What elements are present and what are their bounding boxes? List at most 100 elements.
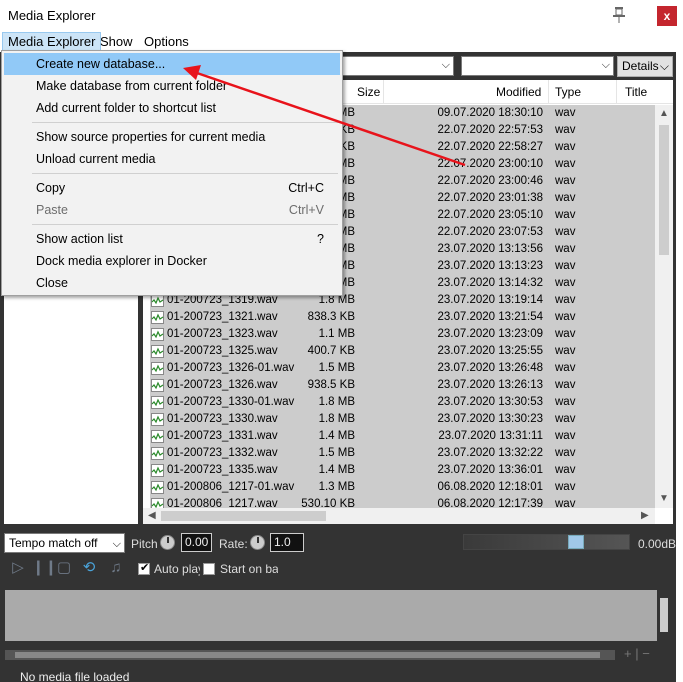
menu-item-copy[interactable]: Copy Ctrl+C	[4, 177, 340, 199]
menu-item-close[interactable]: Close	[4, 272, 340, 294]
details-view-button[interactable]: Details ⌵	[617, 56, 673, 77]
menu-item-shortcut: Ctrl+C	[288, 181, 324, 195]
menu-bar: Media Explorer Show Options	[0, 30, 683, 52]
menu-item-label: Make database from current folder	[36, 79, 228, 93]
waveform-scrollbar[interactable]	[660, 598, 668, 632]
loop-icon[interactable]: ⟲	[80, 559, 98, 577]
table-row[interactable]: 01-200723_1321.wav 838.3 KB 23.07.2020 13:…	[143, 309, 655, 326]
vertical-scrollbar[interactable]: ▲ ▼	[655, 105, 673, 508]
menu-item-label: Copy	[36, 181, 66, 195]
close-button[interactable]: x	[657, 6, 677, 26]
search-combo[interactable]: ⌵	[461, 56, 614, 76]
menu-item-dock-in-docker[interactable]: Dock media explorer in Docker	[4, 250, 340, 272]
menu-separator	[32, 224, 338, 225]
file-type: wav	[555, 124, 576, 136]
menu-options[interactable]: Options	[139, 32, 194, 51]
preview-controls: Tempo match off ⌵ Pitch 0.00 Rate: 1.0 0…	[0, 528, 676, 682]
window-edge	[676, 30, 683, 682]
table-row[interactable]: 01-200806_1217-01.wav 1.3 MB 06.08.2020 12…	[143, 479, 655, 496]
table-row[interactable]: 01-200723_1330-01.wav 1.8 MB 23.07.2020 13…	[143, 394, 655, 411]
menu-item-show-action-list[interactable]: Show action list?	[4, 228, 340, 250]
scroll-down-icon[interactable]: ▼	[659, 493, 669, 504]
scroll-left-icon[interactable]: ◀	[148, 510, 156, 521]
table-row[interactable]: 01-200723_1326-01.wav 1.5 MB 23.07.2020 13…	[143, 360, 655, 377]
column-separator[interactable]	[548, 80, 549, 104]
file-name: 01-200723_1323.wav	[167, 328, 278, 340]
scroll-up-icon[interactable]: ▲	[659, 108, 669, 119]
file-modified: 23.07.2020 13:25:55	[437, 345, 543, 357]
file-type: wav	[555, 226, 576, 238]
menu-item-label: Create new database...	[36, 57, 166, 71]
scroll-thumb[interactable]	[161, 511, 326, 521]
file-modified: 06.08.2020 12:18:01	[437, 481, 543, 493]
menu-show[interactable]: Show	[95, 32, 138, 51]
window-title: Media Explorer	[8, 8, 96, 23]
position-bar[interactable]	[5, 650, 615, 660]
table-row[interactable]: 01-200723_1325.wav 400.7 KB 23.07.2020 13:…	[143, 343, 655, 360]
volume-slider[interactable]	[463, 534, 630, 550]
table-row[interactable]: 01-200723_1330.wav 1.8 MB 23.07.2020 13:30…	[143, 411, 655, 428]
autoplay-checkbox[interactable]	[138, 561, 150, 575]
file-modified: 22.07.2020 22:58:27	[437, 141, 543, 153]
table-row[interactable]: 01-200723_1332.wav 1.5 MB 23.07.2020 13:32…	[143, 445, 655, 462]
file-size: 1.4 MB	[318, 464, 355, 476]
file-type: wav	[555, 107, 576, 119]
menu-media-explorer[interactable]: Media Explorer	[2, 32, 102, 51]
file-size: 1.1 MB	[318, 328, 355, 340]
file-modified: 23.07.2020 13:14:32	[437, 277, 543, 289]
file-name: 01-200723_1330.wav	[167, 413, 278, 425]
table-row[interactable]: 01-200723_1335.wav 1.4 MB 23.07.2020 13:36…	[143, 462, 655, 479]
tempo-match-select[interactable]: Tempo match off ⌵	[4, 533, 125, 553]
pause-icon[interactable]: ❙❙	[32, 559, 57, 577]
path-combo[interactable]: ⌵	[340, 56, 454, 76]
file-name: 01-200723_1330-01.wav	[167, 396, 295, 408]
file-size: 1.8 MB	[318, 413, 355, 425]
waveform-display[interactable]	[5, 590, 657, 641]
column-type[interactable]: Type	[555, 85, 581, 99]
table-row[interactable]: 01-200723_1326.wav 938.5 KB 23.07.2020 13:…	[143, 377, 655, 394]
column-size[interactable]: Size	[357, 85, 380, 99]
menu-item-add-shortcut[interactable]: Add current folder to shortcut list	[4, 97, 340, 119]
scroll-right-icon[interactable]: ▶	[641, 510, 649, 521]
horizontal-scrollbar[interactable]: ◀ ▶	[143, 508, 655, 524]
autoplay-label: Auto play	[154, 562, 200, 576]
menu-item-label: Show source properties for current media	[36, 130, 266, 144]
table-row[interactable]: 01-200723_1323.wav 1.1 MB 23.07.2020 13:23…	[143, 326, 655, 343]
rate-value-field[interactable]: 1.0	[270, 533, 304, 552]
column-title[interactable]: Title	[625, 85, 647, 99]
file-type: wav	[555, 447, 576, 459]
file-type: wav	[555, 294, 576, 306]
menu-item-show-source-properties[interactable]: Show source properties for current media	[4, 126, 340, 148]
pitch-value-field[interactable]: 0.00	[181, 533, 212, 552]
file-name: 01-200723_1335.wav	[167, 464, 278, 476]
menu-item-unload-media[interactable]: Unload current media	[4, 148, 340, 170]
audio-file-icon	[151, 396, 164, 409]
menu-item-create-new-database[interactable]: Create new database...	[4, 53, 340, 75]
file-size: 1.5 MB	[318, 362, 355, 374]
file-modified: 23.07.2020 13:32:22	[437, 447, 543, 459]
zoom-controls[interactable]: + | −	[624, 646, 650, 661]
column-modified[interactable]: Modified	[496, 85, 541, 99]
play-icon[interactable]: ▷	[9, 559, 27, 577]
volume-thumb[interactable]	[568, 535, 584, 549]
file-modified: 23.07.2020 13:13:56	[437, 243, 543, 255]
rate-knob[interactable]	[250, 535, 265, 550]
start-on-bar-label: Start on bar	[220, 562, 278, 576]
stop-icon[interactable]: ▢	[55, 559, 73, 577]
chevron-down-icon: ⌵	[601, 59, 610, 71]
scroll-thumb[interactable]	[659, 125, 669, 255]
headphones-icon[interactable]: ♫	[107, 559, 125, 577]
pitch-knob[interactable]	[160, 535, 175, 550]
file-type: wav	[555, 260, 576, 272]
file-type: wav	[555, 481, 576, 493]
file-name: 01-200723_1326.wav	[167, 379, 278, 391]
menu-item-make-database[interactable]: Make database from current folder	[4, 75, 340, 97]
column-separator[interactable]	[616, 80, 617, 104]
audio-file-icon	[151, 430, 164, 443]
table-row[interactable]: 01-200723_1331.wav 1.4 MB 23.07.2020 13:31…	[143, 428, 655, 445]
column-separator[interactable]	[383, 80, 384, 104]
menu-item-label: Add current folder to shortcut list	[36, 101, 216, 115]
start-on-bar-checkbox[interactable]	[203, 563, 215, 575]
file-modified: 23.07.2020 13:30:53	[437, 396, 543, 408]
pin-icon[interactable]	[612, 6, 626, 24]
